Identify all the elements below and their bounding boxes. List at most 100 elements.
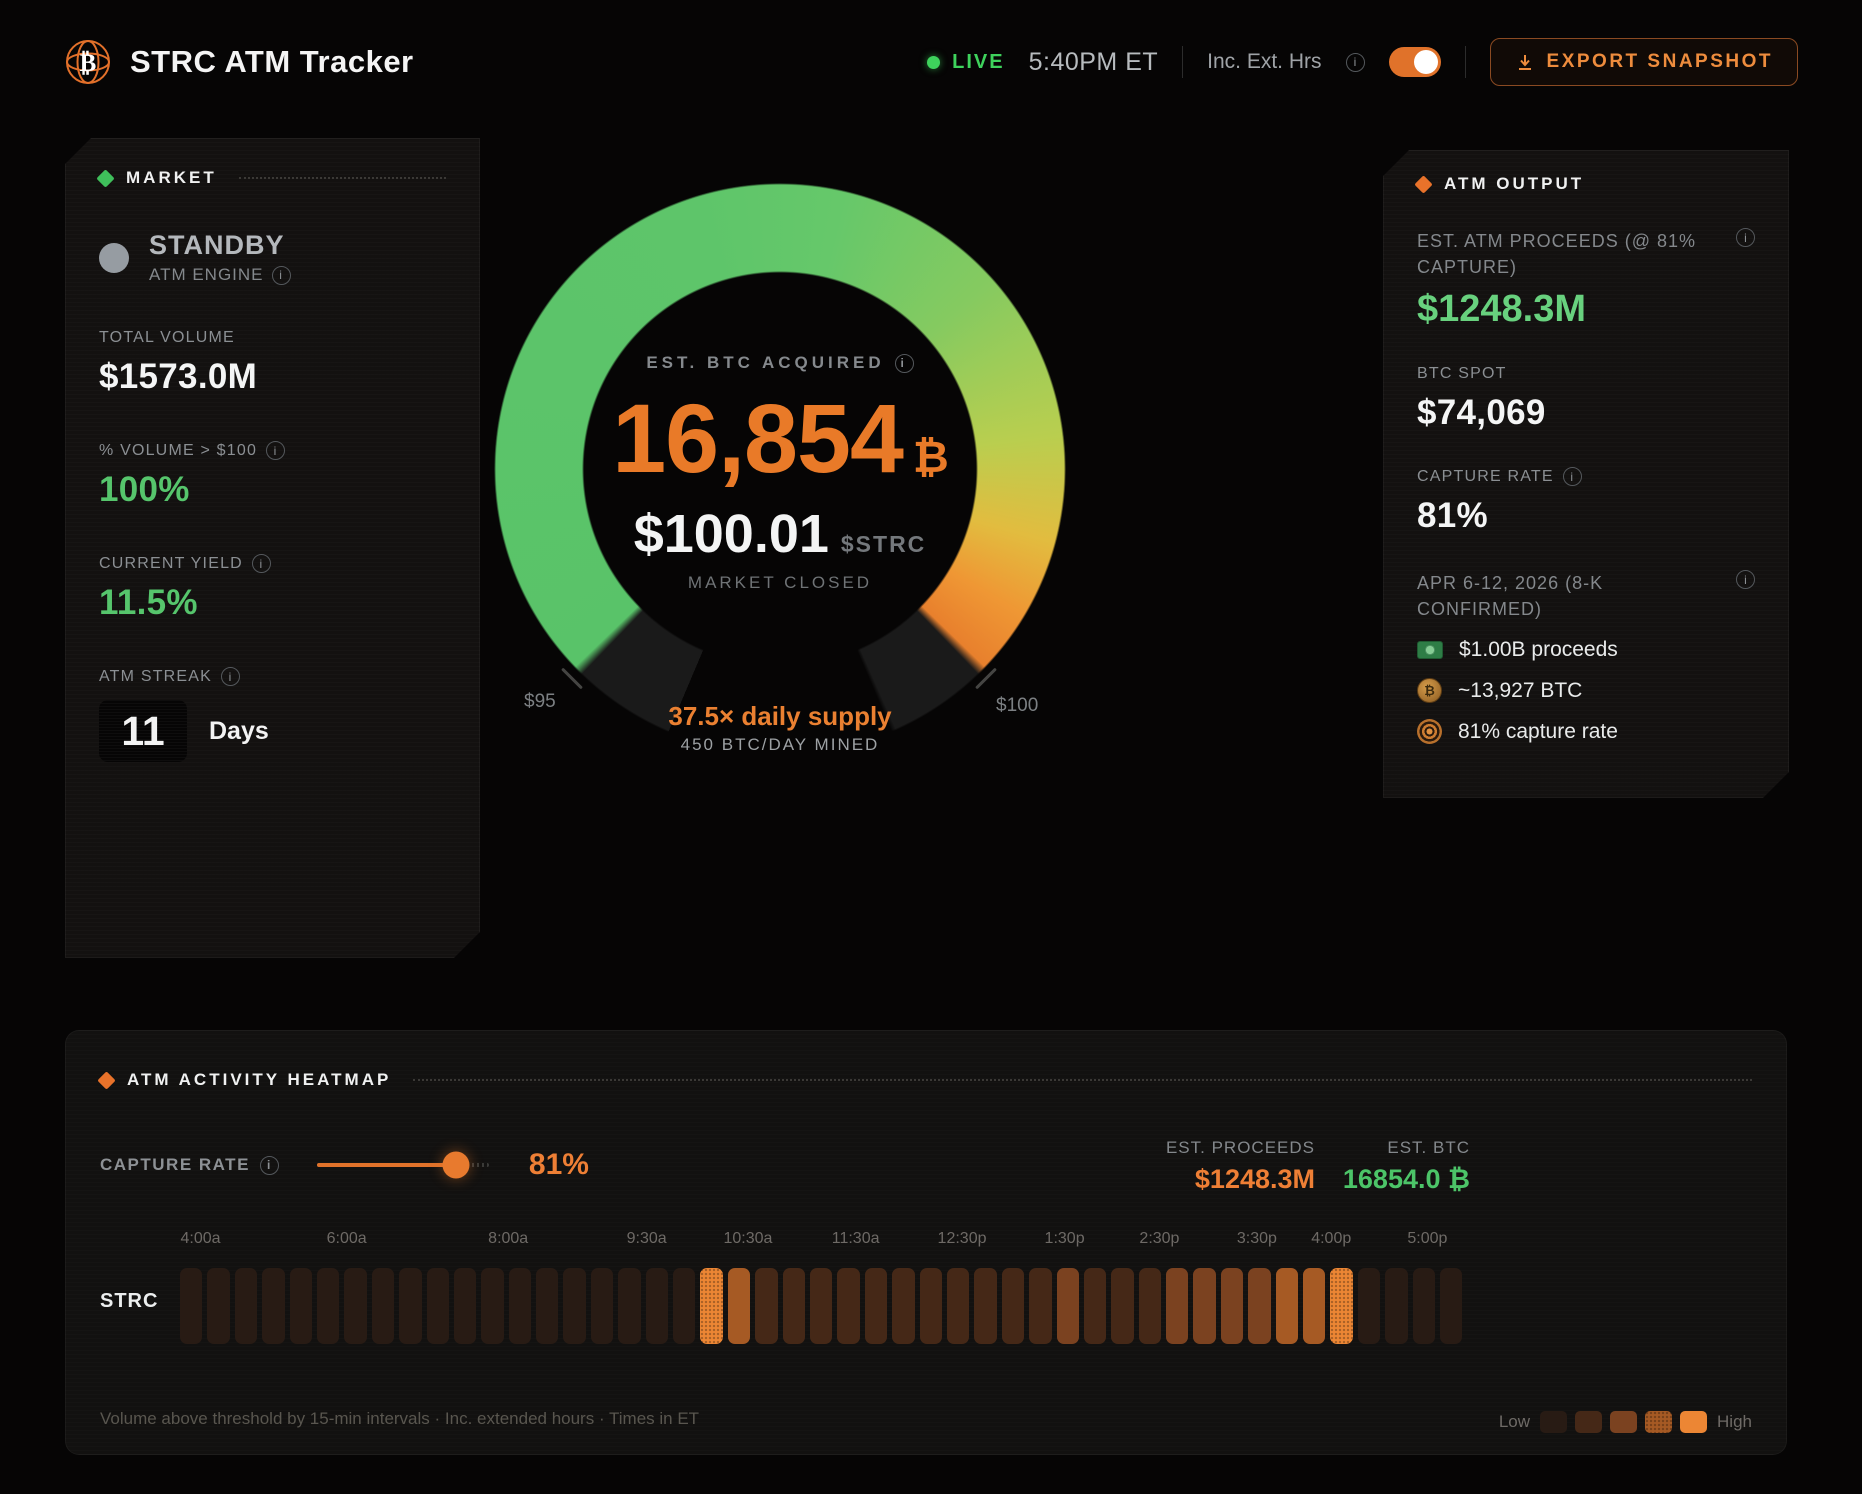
stat-info-icon[interactable] <box>252 554 271 573</box>
heatmap-cell[interactable] <box>290 1268 312 1344</box>
heatmap-cell[interactable] <box>235 1268 257 1344</box>
heatmap-cell[interactable] <box>810 1268 832 1344</box>
heatmap-cell[interactable] <box>481 1268 503 1344</box>
est-btc-value: 16854.0 ₿ <box>1343 1164 1470 1195</box>
legend-swatch <box>1610 1411 1637 1433</box>
target-icon <box>1417 719 1442 744</box>
heatmap-cell[interactable] <box>1193 1268 1215 1344</box>
heatmap-cell[interactable] <box>1248 1268 1270 1344</box>
gauge-center-label: EST. BTC ACQUIRED <box>494 353 1066 373</box>
heatmap-cell[interactable] <box>728 1268 750 1344</box>
heatmap-cell[interactable] <box>947 1268 969 1344</box>
heatmap-cell[interactable] <box>1276 1268 1298 1344</box>
confirmed-week: APR 6-12, 2026 (8-K CONFIRMED) $1.00B pr… <box>1417 570 1755 744</box>
heatmap-cell[interactable] <box>1221 1268 1243 1344</box>
header-divider <box>1465 46 1466 78</box>
time-label: 3:30p <box>1237 1230 1277 1248</box>
time-label: 12:30p <box>938 1230 987 1248</box>
heatmap-cell[interactable] <box>837 1268 859 1344</box>
heatmap-cell[interactable] <box>1303 1268 1325 1344</box>
heatmap-note: Volume above threshold by 15-min interva… <box>100 1409 699 1429</box>
heatmap-cell[interactable] <box>536 1268 558 1344</box>
stat-value: 11.5% <box>99 583 446 623</box>
heatmap-cell[interactable] <box>1139 1268 1161 1344</box>
legend-swatch <box>1680 1411 1707 1433</box>
stat-volume-above-100: % VOLUME > $100 100% <box>99 441 446 510</box>
est-proceeds-stat: EST. PROCEEDS $1248.3M <box>1166 1138 1315 1195</box>
export-snapshot-button[interactable]: EXPORT SNAPSHOT <box>1490 38 1798 86</box>
heatmap-cell[interactable] <box>1330 1268 1352 1344</box>
capture-info-icon[interactable] <box>1563 467 1582 486</box>
stat-atm-streak: ATM STREAK 11 Days <box>99 667 446 762</box>
btc-symbol: ₿ <box>913 432 948 483</box>
heatmap-panel: ATM ACTIVITY HEATMAP CAPTURE RATE 81% ES… <box>65 1030 1787 1455</box>
heatmap-cell[interactable] <box>399 1268 421 1344</box>
heatmap-cell[interactable] <box>591 1268 613 1344</box>
ext-hours-toggle[interactable] <box>1389 47 1441 77</box>
time-label: 5:00p <box>1407 1230 1447 1248</box>
gauge-label-text: EST. BTC ACQUIRED <box>646 353 884 373</box>
heatmap-cell[interactable] <box>1002 1268 1024 1344</box>
time-label: 6:00a <box>327 1230 367 1248</box>
heatmap-cell[interactable] <box>509 1268 531 1344</box>
ext-hours-info-icon[interactable] <box>1346 53 1365 72</box>
heatmap-cell[interactable] <box>372 1268 394 1344</box>
heatmap-cell[interactable] <box>700 1268 722 1344</box>
legend-swatches <box>1540 1411 1707 1433</box>
globe-bitcoin-logo-icon: ₿ <box>64 38 112 86</box>
heatmap-cell[interactable] <box>618 1268 640 1344</box>
time-label: 4:00a <box>180 1230 220 1248</box>
heatmap-cell[interactable] <box>427 1268 449 1344</box>
heatmap-cell[interactable] <box>1385 1268 1407 1344</box>
stat-info-icon[interactable] <box>266 441 285 460</box>
heatmap-cell[interactable] <box>344 1268 366 1344</box>
heatmap-cell[interactable] <box>920 1268 942 1344</box>
legend-swatch <box>1540 1411 1567 1433</box>
confirmed-info-icon[interactable] <box>1736 570 1755 589</box>
time-label: 11:30a <box>832 1230 880 1248</box>
time-label: 10:30a <box>723 1230 772 1248</box>
heatmap-cell[interactable] <box>865 1268 887 1344</box>
stat-total-volume: TOTAL VOLUME $1573.0M <box>99 329 446 397</box>
heatmap-cell[interactable] <box>1166 1268 1188 1344</box>
download-icon <box>1515 52 1535 72</box>
diamond-icon <box>97 1071 115 1089</box>
heatmap-cell[interactable] <box>1358 1268 1380 1344</box>
live-dot-icon <box>927 56 940 69</box>
heatmap-cell[interactable] <box>317 1268 339 1344</box>
heatmap-cell[interactable] <box>755 1268 777 1344</box>
heatmap-cell[interactable] <box>454 1268 476 1344</box>
legend-high-label: High <box>1717 1412 1752 1432</box>
ext-hours-label: Inc. Ext. Hrs <box>1207 50 1321 74</box>
heatmap-cell[interactable] <box>892 1268 914 1344</box>
heatmap-cell[interactable] <box>1413 1268 1435 1344</box>
dotted-divider <box>413 1079 1752 1081</box>
heatmap-cell[interactable] <box>1029 1268 1051 1344</box>
gauge-value: 16,854₿ <box>494 383 1066 495</box>
gauge-info-icon[interactable] <box>895 354 914 373</box>
heatmap-cell[interactable] <box>1111 1268 1133 1344</box>
stat-btc-spot: BTC SPOT $74,069 <box>1417 365 1755 433</box>
heatmap-cell[interactable] <box>974 1268 996 1344</box>
heatmap-cell[interactable] <box>262 1268 284 1344</box>
stat-info-icon[interactable] <box>221 667 240 686</box>
heatmap-cell[interactable] <box>646 1268 668 1344</box>
heatmap-cell[interactable] <box>180 1268 202 1344</box>
capture-rate-info-icon[interactable] <box>260 1156 279 1175</box>
toggle-knob[interactable] <box>1414 50 1438 74</box>
heatmap-cell[interactable] <box>673 1268 695 1344</box>
capture-rate-label: CAPTURE RATE <box>100 1155 250 1175</box>
heatmap-cell[interactable] <box>563 1268 585 1344</box>
heatmap-cell[interactable] <box>783 1268 805 1344</box>
heatmap-cell[interactable] <box>1057 1268 1079 1344</box>
heatmap-cell[interactable] <box>1084 1268 1106 1344</box>
heatmap-cell[interactable] <box>207 1268 229 1344</box>
export-label: EXPORT SNAPSHOT <box>1547 51 1773 73</box>
capture-slider[interactable] <box>317 1150 489 1180</box>
engine-info-icon[interactable] <box>272 266 291 285</box>
est-proceeds-label: EST. PROCEEDS <box>1166 1138 1315 1158</box>
capture-slider-knob[interactable] <box>443 1152 470 1179</box>
proceeds-info-icon[interactable] <box>1736 228 1755 247</box>
heatmap-cell[interactable] <box>1440 1268 1462 1344</box>
capture-value: 81% <box>1417 496 1755 536</box>
